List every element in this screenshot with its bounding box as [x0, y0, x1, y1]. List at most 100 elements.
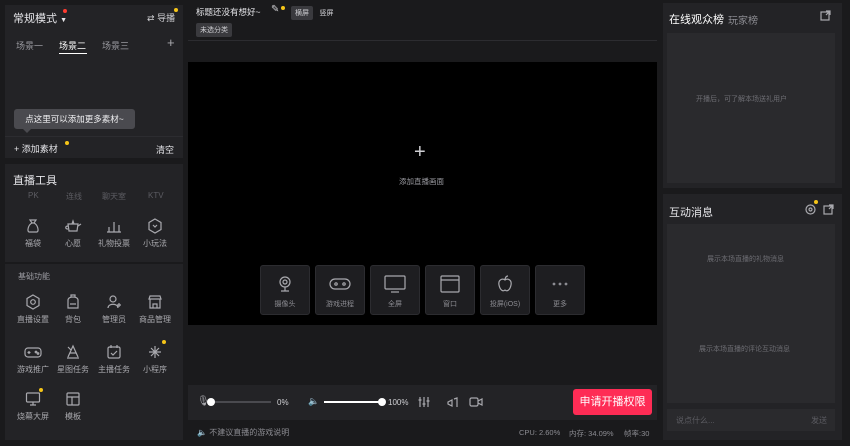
source-window[interactable]: 窗口 [425, 265, 475, 315]
tool-label: 小程序 [143, 365, 167, 374]
mic-slider[interactable] [207, 398, 271, 406]
status-warning[interactable]: 🔈 不建议直播的游戏说明 [197, 427, 289, 438]
basic-product-management[interactable]: 商品管理 [137, 294, 173, 325]
speaker-slider[interactable] [324, 398, 386, 406]
tab-scene-2[interactable]: 场景二 [59, 39, 86, 52]
orientation-tags: 横屏 竖屏 [291, 6, 338, 20]
tool-ktv[interactable]: KTV [148, 191, 164, 200]
stream-title[interactable]: 标题还没有想好~ [196, 6, 260, 18]
category-label: 未选分类 [196, 23, 232, 37]
template-icon [66, 392, 80, 406]
basic-template[interactable]: 模板 [55, 391, 91, 422]
source-more[interactable]: 更多 [535, 265, 585, 315]
speaker-icon[interactable]: 🔈 [308, 396, 319, 407]
source-label: 摄像头 [274, 301, 296, 308]
warning-text: 不建议直播的游戏说明 [209, 428, 290, 437]
audience-hint: 开播后，可了解本场送礼用户 [696, 96, 787, 103]
shop-icon [148, 295, 162, 309]
memory-usage: 内存: 34.09% [569, 429, 614, 438]
tag-landscape[interactable]: 横屏 [291, 6, 313, 20]
tab-audience-rank[interactable]: 在线观众榜 [669, 11, 724, 27]
add-scene-button[interactable]: + [167, 35, 175, 50]
tag-portrait[interactable]: 竖屏 [316, 6, 338, 20]
source-fullscreen[interactable]: 全屏 [370, 265, 420, 315]
add-material-button[interactable]: + 添加素材 [14, 142, 58, 155]
tool-label: 烧幕大屏 [17, 412, 49, 421]
category-tag[interactable]: 未选分类 [196, 23, 232, 37]
tool-label: 小玩法 [143, 239, 167, 248]
tool-pk[interactable]: PK [28, 191, 39, 200]
mode-label: 常规模式 [13, 13, 57, 25]
tool-label: 心愿 [65, 239, 81, 248]
divider [5, 136, 183, 137]
frame-rate: 帧率:30 [624, 429, 650, 438]
tab-player-rank[interactable]: 玩家榜 [728, 12, 758, 27]
basic-backpack[interactable]: 背包 [55, 294, 91, 325]
active-tab-underline [59, 53, 87, 54]
basic-admin[interactable]: 管理员 [96, 294, 132, 325]
tool-label: 主播任务 [98, 365, 130, 374]
assistant-button[interactable]: ⇄ 导播 [147, 11, 175, 24]
plus-icon: + [14, 144, 20, 154]
speaker-slider-knob[interactable] [378, 398, 386, 406]
chevron-down-icon: ▼ [60, 17, 67, 24]
tool-label: 星图任务 [57, 365, 89, 374]
send-button[interactable]: 发送 [811, 415, 827, 426]
interaction-title: 互动消息 [669, 207, 713, 219]
tool-wish[interactable]: 心愿 [55, 218, 91, 249]
assistant-badge [174, 8, 178, 12]
tool-link[interactable]: 连线 [66, 191, 82, 202]
clear-button[interactable]: 清空 [156, 143, 174, 156]
warning-speaker-icon: 🔈 [197, 428, 207, 437]
fullscreen-monitor-icon [384, 275, 406, 293]
tool-label: 商品管理 [139, 315, 171, 324]
tools-title: 直播工具 [13, 175, 57, 187]
source-camera[interactable]: 摄像头 [260, 265, 310, 315]
switch-icon: ⇄ [147, 13, 155, 23]
basic-mini-program[interactable]: 小程序 [137, 344, 173, 375]
tool-label: 模板 [65, 412, 81, 421]
basic-anchor-tasks[interactable]: 主播任务 [96, 344, 132, 375]
tooltip-arrow [23, 129, 31, 133]
source-label: 游戏进程 [326, 301, 354, 308]
edit-icon[interactable]: ✎ [271, 4, 279, 15]
camera-toggle-icon[interactable] [469, 396, 483, 410]
settings-hex-icon [26, 294, 40, 310]
basic-big-screen[interactable]: 烧幕大屏 [15, 391, 51, 422]
add-material-badge [65, 141, 69, 145]
basic-star-tasks[interactable]: 星图任务 [55, 344, 91, 375]
mode-selector[interactable]: 常规模式 ▼ [13, 10, 67, 26]
basic-game-promo[interactable]: 游戏推广 [15, 344, 51, 375]
tool-lucky-bag[interactable]: 福袋 [15, 218, 51, 249]
mixer-icon[interactable] [418, 396, 430, 410]
mini-program-badge [162, 340, 166, 344]
tab-scene-3[interactable]: 场景三 [102, 39, 129, 52]
headset-icon[interactable] [447, 396, 461, 410]
game-process-icon [329, 278, 351, 290]
camera-icon [279, 276, 291, 292]
source-label: 全屏 [388, 301, 402, 308]
tool-mini-game[interactable]: 小玩法 [137, 218, 173, 249]
gamepad-icon [24, 347, 42, 358]
basic-live-settings[interactable]: 直播设置 [15, 294, 51, 325]
divider [188, 40, 657, 41]
interaction-settings-icon[interactable] [805, 204, 816, 217]
bar-chart-icon [107, 222, 121, 233]
tool-label: 直播设置 [17, 315, 49, 324]
tool-chatroom[interactable]: 聊天室 [102, 191, 126, 202]
mic-slider-knob[interactable] [207, 398, 215, 406]
popout-icon[interactable] [820, 10, 831, 23]
tool-label: 管理员 [102, 315, 126, 324]
source-game-process[interactable]: 游戏进程 [315, 265, 365, 315]
add-preview-plus-icon[interactable]: + [414, 141, 426, 164]
apple-icon [498, 275, 512, 292]
preview-area[interactable] [188, 62, 657, 325]
interaction-popout-icon[interactable] [823, 204, 834, 217]
tool-gift-vote[interactable]: 礼物投票 [96, 218, 132, 249]
tab-scene-1[interactable]: 场景一 [16, 39, 43, 52]
source-ios-cast[interactable]: 投屏(iOS) [480, 265, 530, 315]
tooltip-text: 点这里可以添加更多素材~ [25, 114, 124, 124]
chat-input[interactable]: 说点什么... 发送 [667, 409, 835, 431]
apply-broadcast-button[interactable]: 申请开播权限 [573, 389, 652, 415]
big-screen-badge [39, 388, 43, 392]
